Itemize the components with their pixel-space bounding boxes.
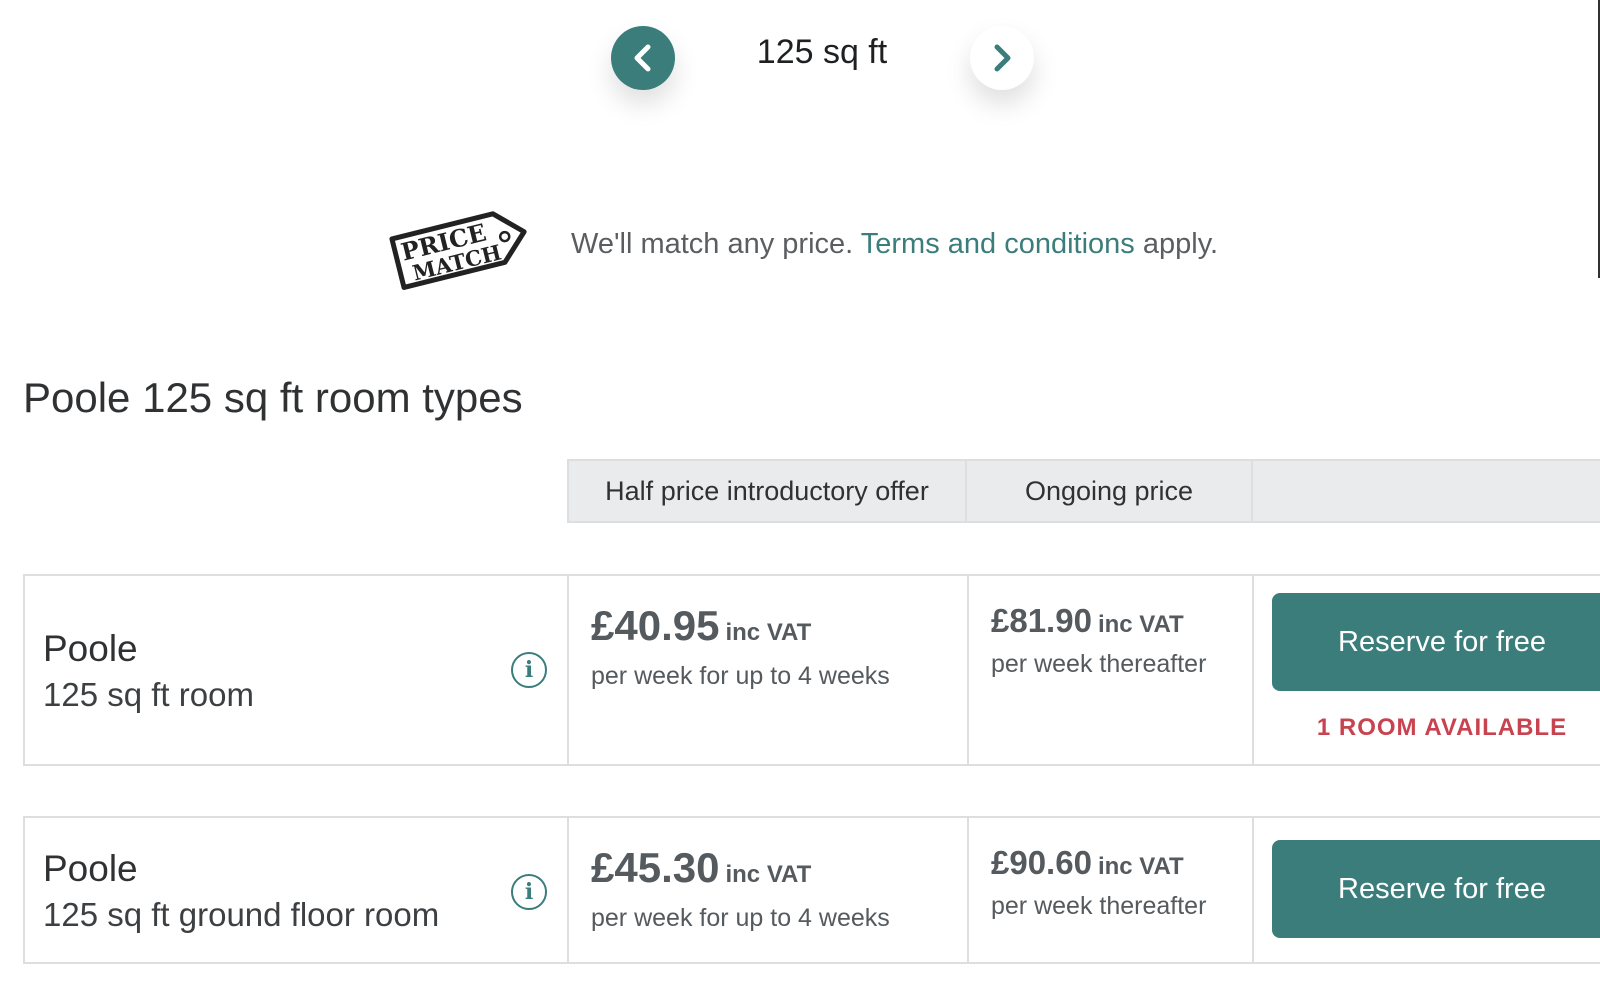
- size-selector: 125 sq ft: [611, 26, 1034, 90]
- offer-price: £40.95 inc VAT: [591, 602, 811, 650]
- ongoing-price: £90.60 inc VAT: [991, 844, 1184, 882]
- offer-vat: inc VAT: [725, 619, 812, 646]
- header-offer: Half price introductory offer: [569, 461, 967, 521]
- price-match-text: We'll match any price. Terms and conditi…: [571, 228, 1218, 261]
- page-title: Poole 125 sq ft room types: [23, 374, 523, 421]
- room-location: Poole: [43, 628, 138, 669]
- room-name-cell: Poole 125 sq ft ground floor room i: [25, 818, 569, 962]
- ongoing-amount: £81.90: [991, 602, 1092, 639]
- next-size-button[interactable]: [970, 26, 1034, 90]
- table-row: Poole 125 sq ft ground floor room i £45.…: [23, 816, 1600, 964]
- reserve-button[interactable]: Reserve for free: [1272, 593, 1600, 691]
- offer-price: £45.30 inc VAT: [591, 844, 811, 892]
- room-type: 125 sq ft room: [43, 676, 254, 713]
- ongoing-vat: inc VAT: [1097, 853, 1184, 880]
- price-match-badge-icon: PRICE MATCH: [389, 211, 527, 290]
- info-icon[interactable]: i: [511, 652, 547, 688]
- chevron-right-icon: [994, 44, 1011, 72]
- ongoing-price-cell: £90.60 inc VAT per week thereafter: [969, 818, 1254, 962]
- offer-note: per week for up to 4 weeks: [591, 662, 890, 690]
- header-ongoing: Ongoing price: [967, 461, 1253, 521]
- ongoing-note: per week thereafter: [991, 650, 1207, 678]
- availability-badge: 1 ROOM AVAILABLE: [1316, 714, 1568, 741]
- offer-amount: £45.30: [591, 844, 720, 891]
- price-match-suffix: apply.: [1142, 228, 1219, 260]
- ongoing-vat: inc VAT: [1097, 611, 1184, 638]
- price-match-statement: We'll match any price.: [571, 228, 854, 260]
- ongoing-price: £81.90 inc VAT: [991, 602, 1184, 640]
- ongoing-amount: £90.60: [991, 844, 1092, 881]
- ongoing-price-cell: £81.90 inc VAT per week thereafter: [969, 576, 1254, 764]
- table-header: Half price introductory offer Ongoing pr…: [567, 459, 1600, 523]
- offer-note: per week for up to 4 weeks: [591, 904, 890, 932]
- table-row: Poole 125 sq ft room i £40.95 inc VAT per…: [23, 574, 1600, 766]
- ongoing-note: per week thereafter: [991, 892, 1207, 920]
- room-type: 125 sq ft ground floor room: [43, 896, 440, 933]
- offer-price-cell: £45.30 inc VAT per week for up to 4 weeks: [569, 818, 969, 962]
- room-location: Poole: [43, 848, 138, 889]
- previous-size-button[interactable]: [611, 26, 675, 90]
- room-name-cell: Poole 125 sq ft room i: [25, 576, 569, 764]
- offer-vat: inc VAT: [725, 861, 812, 888]
- price-match-banner: PRICE MATCH We'll match any price. Terms…: [388, 202, 1248, 292]
- offer-amount: £40.95: [591, 602, 720, 649]
- action-cell: Reserve for free: [1254, 818, 1600, 962]
- action-cell: Reserve for free 1 ROOM AVAILABLE: [1254, 576, 1600, 764]
- reserve-button[interactable]: Reserve for free: [1272, 840, 1600, 938]
- terms-and-conditions-link[interactable]: Terms and conditions: [861, 228, 1135, 260]
- info-icon[interactable]: i: [511, 874, 547, 910]
- header-action: [1253, 461, 1600, 521]
- chevron-left-icon: [634, 44, 651, 72]
- current-size-label: 125 sq ft: [756, 33, 888, 71]
- offer-price-cell: £40.95 inc VAT per week for up to 4 weeks: [569, 576, 969, 764]
- storage-room-page: 125 sq ft PRICE MATCH We'll match any pr…: [0, 0, 1600, 985]
